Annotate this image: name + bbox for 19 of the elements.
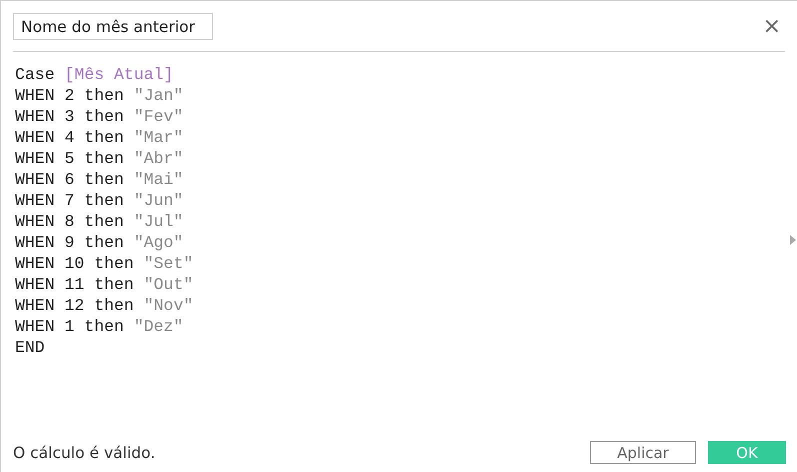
code-line: WHEN 1 then "Dez" [15,316,184,337]
code-line: WHEN 12 then "Nov" [15,295,194,316]
code-line: WHEN 2 then "Jan" [15,85,184,106]
close-button[interactable]: × [760,16,783,38]
code-line: WHEN 5 then "Abr" [15,148,184,169]
status-text: O cálculo é válido. [13,444,156,462]
code-line: WHEN 3 then "Fev" [15,106,184,127]
code-line: WHEN 9 then "Ago" [15,232,184,253]
expand-arrow-icon[interactable] [790,235,796,245]
code-line: WHEN 8 then "Jul" [15,211,184,232]
code-line: WHEN 10 then "Set" [15,253,194,274]
code-line: WHEN 4 then "Mar" [15,127,184,148]
code-line: Case [Mês Atual] [15,64,174,85]
code-line: END [15,337,46,358]
name-field[interactable]: Nome do mês anterior [13,13,213,40]
apply-button[interactable]: Aplicar [590,441,696,464]
code-line: WHEN 6 then "Mai" [15,169,184,190]
code-line: WHEN 7 then "Jun" [15,190,184,211]
code-line: WHEN 11 then "Out" [15,274,194,295]
